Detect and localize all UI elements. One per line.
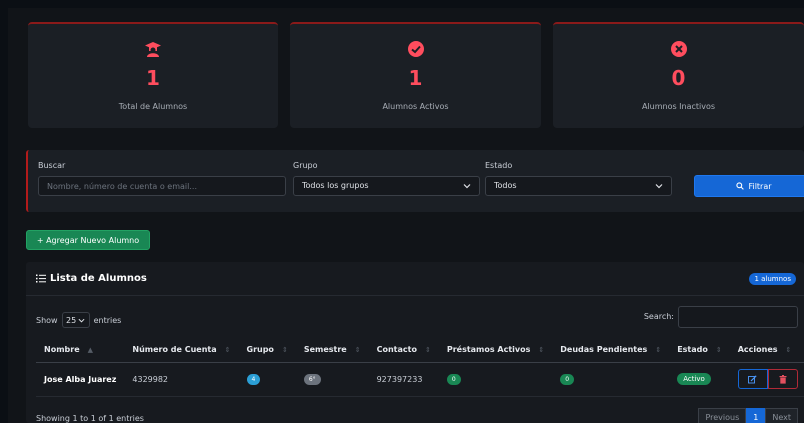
col-estado[interactable]: Estado ⇕ xyxy=(669,338,730,363)
show-label: Show xyxy=(36,315,58,325)
stat-label: Total de Alumnos xyxy=(118,102,188,111)
search-label: Buscar xyxy=(38,161,66,170)
delete-button[interactable] xyxy=(767,369,798,389)
state-select[interactable]: Todos xyxy=(485,176,672,196)
cell-contacto: 927397233 xyxy=(368,362,439,397)
col-deudas[interactable]: Deudas Pendientes ⇕ xyxy=(552,338,670,363)
chevron-down-icon xyxy=(655,184,663,189)
debts-badge: 0 xyxy=(560,373,575,385)
cell-cuenta: 4329982 xyxy=(124,362,239,397)
add-student-button[interactable]: + Agregar Nuevo Alumno xyxy=(26,230,150,250)
sort-icon: ⇕ xyxy=(655,346,662,355)
x-circle-icon xyxy=(670,41,687,57)
stat-value: 1 xyxy=(146,66,160,90)
entries-label: entries xyxy=(93,315,122,325)
state-select-value: Todos xyxy=(494,181,517,190)
stat-label: Alumnos Activos xyxy=(382,102,449,111)
col-prestamos[interactable]: Préstamos Activos ⇕ xyxy=(438,338,553,363)
sort-icon: ⇕ xyxy=(785,346,792,355)
stat-value: 0 xyxy=(671,66,686,90)
chevron-down-icon xyxy=(463,184,471,189)
state-label: Estado xyxy=(485,161,513,170)
col-grupo[interactable]: Grupo ⇕ xyxy=(238,338,296,363)
table-search-label: Search: xyxy=(643,312,674,321)
stat-card-inactive: 0 Alumnos Inactivos xyxy=(553,22,804,128)
cell-acciones xyxy=(729,362,804,397)
graduate-icon xyxy=(145,42,161,57)
list-title-text: Lista de Alumnos xyxy=(50,273,147,284)
cell-deudas: 0 xyxy=(552,362,670,397)
filter-panel: Buscar Grupo Todos los grupos Estado Tod… xyxy=(26,150,804,212)
group-label: Grupo xyxy=(293,161,318,170)
cell-estado: Activo xyxy=(669,362,730,397)
group-select-value: Todos los grupos xyxy=(302,181,369,190)
pagination-page-1[interactable]: 1 xyxy=(746,408,766,423)
table-info: Showing 1 to 1 of 1 entries xyxy=(36,414,144,423)
table-header-row: Nombre ▲ Número de Cuenta ⇕ Grupo ⇕ Semestr… xyxy=(36,338,804,363)
cell-semestre: 6° xyxy=(295,362,369,397)
sort-icon: ⇕ xyxy=(281,346,288,355)
stat-card-total: 1 Total de Alumnos xyxy=(28,22,278,128)
group-badge: 4 xyxy=(246,373,261,385)
col-contacto[interactable]: Contacto ⇕ xyxy=(368,338,439,363)
check-circle-icon xyxy=(407,41,424,57)
sort-icon: ⇕ xyxy=(354,346,361,355)
page-length-control: Show 25 entries xyxy=(36,312,121,328)
sort-icon: ⇕ xyxy=(715,346,722,355)
col-acciones[interactable]: Acciones ⇕ xyxy=(729,338,804,363)
cell-grupo: 4 xyxy=(238,362,296,397)
pagination-next[interactable]: Next xyxy=(765,408,798,423)
stat-card-active: 1 Alumnos Activos xyxy=(290,22,541,128)
group-select[interactable]: Todos los grupos xyxy=(293,176,480,196)
cell-prestamos: 0 xyxy=(438,362,553,397)
list-title: Lista de Alumnos xyxy=(36,273,147,284)
status-badge: Activo xyxy=(677,373,711,385)
edit-icon xyxy=(748,374,757,383)
trash-icon xyxy=(779,374,787,384)
col-cuenta[interactable]: Número de Cuenta ⇕ xyxy=(124,338,239,363)
chevron-down-icon xyxy=(78,318,85,323)
list-header: Lista de Alumnos 1 alumnos xyxy=(26,262,804,296)
col-semestre[interactable]: Semestre ⇕ xyxy=(295,338,369,363)
cell-nombre: Jose Alba Juarez xyxy=(36,362,125,397)
table-controls: Show 25 entries Search: xyxy=(36,306,798,330)
list-icon xyxy=(36,274,46,283)
sort-icon: ⇕ xyxy=(224,346,231,355)
stat-label: Alumnos Inactivos xyxy=(641,102,716,111)
sort-icon: ▲ xyxy=(87,346,94,355)
pagination-previous[interactable]: Previous xyxy=(698,408,747,423)
search-input[interactable] xyxy=(38,176,286,196)
stat-value: 1 xyxy=(408,66,423,90)
col-nombre[interactable]: Nombre ▲ xyxy=(36,338,125,363)
student-list-card: Lista de Alumnos 1 alumnos Show 25 entri… xyxy=(26,262,804,423)
row-actions xyxy=(737,369,798,389)
sort-icon: ⇕ xyxy=(538,346,545,355)
table-search-input[interactable] xyxy=(678,306,798,328)
filter-button[interactable]: Filtrar xyxy=(694,175,804,197)
semester-badge: 6° xyxy=(303,373,321,385)
pagination: Previous 1 Next xyxy=(698,408,798,423)
table-row: Jose Alba Juarez 4329982 4 6° 927397233 … xyxy=(36,362,804,397)
sort-icon: ⇕ xyxy=(424,346,431,355)
students-table: Nombre ▲ Número de Cuenta ⇕ Grupo ⇕ Semestr… xyxy=(36,338,804,397)
count-badge: 1 alumnos xyxy=(749,272,796,285)
page: 1 Total de Alumnos 1 Alumnos Activos 0 A… xyxy=(8,8,804,423)
entries-value: 25 xyxy=(66,315,77,325)
filter-button-label: Filtrar xyxy=(748,181,772,191)
entries-select[interactable]: 25 xyxy=(61,312,90,328)
loans-badge: 0 xyxy=(446,373,461,385)
search-icon xyxy=(736,182,745,190)
edit-button[interactable] xyxy=(737,369,768,389)
